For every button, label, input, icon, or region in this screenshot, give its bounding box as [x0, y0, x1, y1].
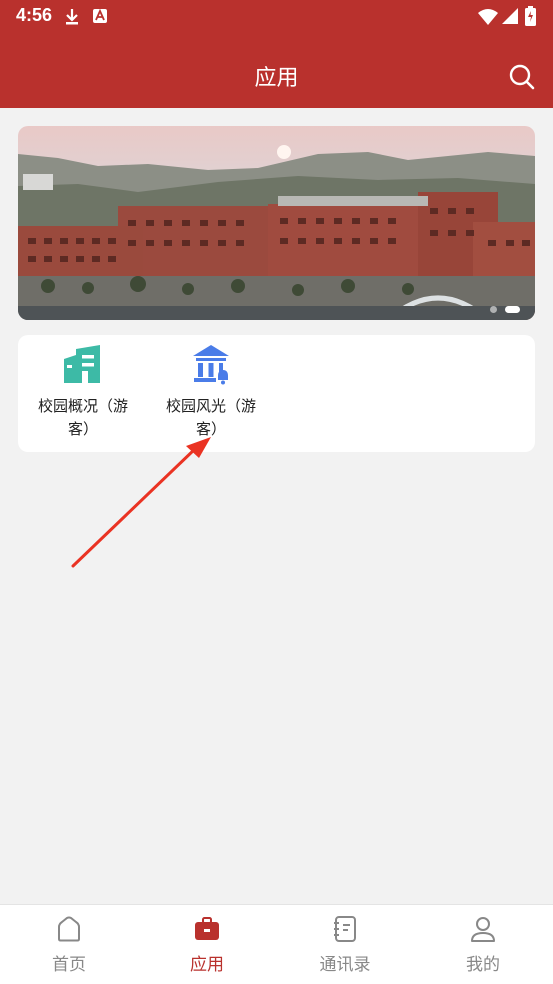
app-grid: 校园概况（游客） 校园风光（游客）	[18, 335, 535, 452]
battery-icon	[525, 6, 536, 26]
signal-icon	[502, 8, 518, 24]
status-bar: 4:56	[0, 0, 553, 34]
carousel-dot[interactable]	[490, 306, 497, 313]
banner-carousel[interactable]	[18, 126, 535, 320]
app-label: 校园概况（游客）	[37, 397, 128, 438]
nav-item-home[interactable]: 首页	[0, 905, 138, 984]
nav-label-active: 应用	[190, 955, 224, 975]
nav-label: 我的	[466, 955, 500, 975]
app-header: 4:56 应用	[0, 0, 553, 108]
campus-photo	[18, 126, 535, 320]
user-icon	[471, 917, 495, 942]
nav-label: 首页	[52, 955, 86, 975]
text-icon	[93, 8, 107, 23]
bottom-nav: 首页 应用 通讯录 我的	[0, 904, 553, 984]
nav-item-apps[interactable]: 应用	[138, 905, 276, 984]
search-icon[interactable]	[508, 63, 536, 91]
download-icon	[66, 9, 78, 25]
wifi-icon	[478, 9, 498, 25]
nav-label: 通讯录	[319, 955, 371, 975]
page-title: 应用	[254, 66, 299, 91]
app-campus-scenery[interactable]: 校园风光（游客）	[146, 335, 276, 452]
carousel-dot-active[interactable]	[505, 306, 520, 313]
building-icon	[64, 345, 100, 383]
nav-item-me[interactable]: 我的	[414, 905, 552, 984]
briefcase-icon	[195, 917, 219, 940]
home-icon	[58, 916, 80, 942]
museum-bell-icon	[193, 345, 229, 385]
status-time: 4:56	[16, 5, 53, 25]
app-label: 校园风光（游客）	[165, 397, 256, 438]
nav-item-contacts[interactable]: 通讯录	[276, 905, 414, 984]
contacts-icon	[334, 916, 356, 942]
app-campus-overview[interactable]: 校园概况（游客）	[18, 335, 148, 452]
